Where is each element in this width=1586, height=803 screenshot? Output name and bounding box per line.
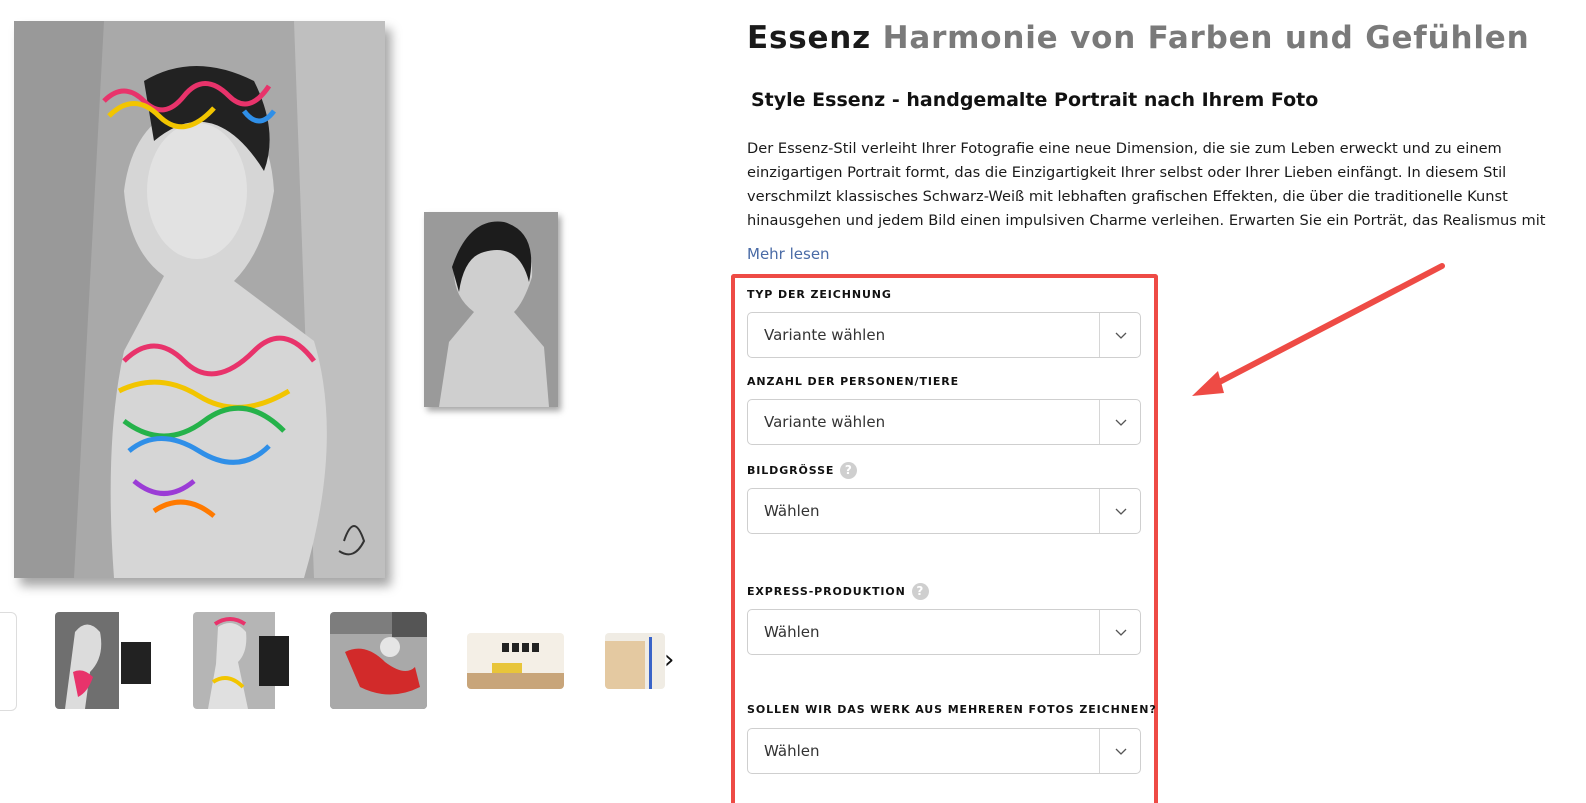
thumbnail[interactable] <box>193 612 290 709</box>
option-label-text: EXPRESS-PRODUKTION <box>747 585 906 598</box>
chevron-down-icon <box>1115 629 1127 636</box>
product-title-main: Essenz <box>747 20 872 56</box>
option-label-text: ANZAHL DER PERSONEN/TIERE <box>747 375 960 388</box>
product-title: Essenz Harmonie von Farben und Gefühlen <box>747 20 1529 56</box>
next-thumbnail-arrow-icon[interactable]: › <box>664 645 684 675</box>
thumbnail[interactable] <box>55 612 152 709</box>
option-label-drawing-type: TYP DER ZEICHNUNG <box>747 288 892 301</box>
thumbnail-partial[interactable] <box>0 612 17 711</box>
chevron-down-icon <box>1115 332 1127 339</box>
select-drawing-type[interactable]: Variante wählen <box>747 312 1141 358</box>
help-icon[interactable]: ? <box>840 462 858 479</box>
chevron-down-icon <box>1115 508 1127 515</box>
select-value: Variante wählen <box>764 413 886 431</box>
chevron-down-icon <box>1115 748 1127 755</box>
product-subtitle: Style Essenz - handgemalte Portrait nach… <box>751 89 1319 111</box>
option-label-express-production: EXPRESS-PRODUKTION ? <box>747 583 929 600</box>
thumbnail-strip <box>0 612 690 712</box>
select-image-size[interactable]: Wählen <box>747 488 1141 534</box>
select-multiple-photos[interactable]: Wählen <box>747 728 1141 774</box>
option-label-text: BILDGRÖSSE <box>747 464 835 477</box>
select-value: Variante wählen <box>764 326 886 344</box>
select-express-production[interactable]: Wählen <box>747 609 1141 655</box>
select-divider <box>1099 489 1100 533</box>
select-value: Wählen <box>764 742 820 760</box>
chevron-down-icon <box>1115 419 1127 426</box>
option-label-text: SOLLEN WIR DAS WERK AUS MEHREREN FOTOS Z… <box>747 703 1157 716</box>
thumbnail[interactable] <box>467 633 564 689</box>
main-product-image[interactable] <box>14 21 385 578</box>
read-more-link[interactable]: Mehr lesen <box>747 245 830 263</box>
select-value: Wählen <box>764 623 820 641</box>
select-divider <box>1099 313 1100 357</box>
product-title-sub: Harmonie von Farben und Gefühlen <box>882 20 1530 56</box>
option-label-number-of-persons: ANZAHL DER PERSONEN/TIERE <box>747 375 959 388</box>
thumbnail[interactable] <box>605 633 665 689</box>
select-divider <box>1099 729 1100 773</box>
thumbnail[interactable] <box>330 612 427 709</box>
select-divider <box>1099 400 1100 444</box>
select-number-of-persons[interactable]: Variante wählen <box>747 399 1141 445</box>
select-divider <box>1099 610 1100 654</box>
product-description: Der Essenz-Stil verleiht Ihrer Fotografi… <box>747 140 1546 229</box>
annotation-arrow-icon <box>1192 263 1445 396</box>
option-label-text: TYP DER ZEICHNUNG <box>747 288 892 301</box>
select-value: Wählen <box>764 502 820 520</box>
reference-photo[interactable] <box>424 212 558 407</box>
option-label-multiple-photos: SOLLEN WIR DAS WERK AUS MEHREREN FOTOS Z… <box>747 703 1157 716</box>
help-icon[interactable]: ? <box>911 583 929 600</box>
option-label-image-size: BILDGRÖSSE ? <box>747 462 858 479</box>
